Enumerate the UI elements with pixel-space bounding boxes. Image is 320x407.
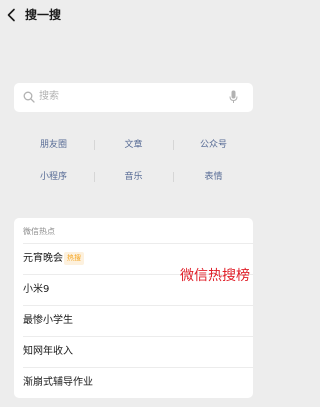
category-divider [94,172,95,182]
category-music[interactable]: 音乐 [94,166,173,188]
search-placeholder: 搜索 [39,91,59,102]
hot-topic-text: 渐崩式辅导作业 [23,377,93,388]
hot-topic-text: 知网年收入 [23,346,73,357]
category-moments[interactable]: 朋友圈 [14,134,93,156]
row-divider [23,367,253,368]
category-divider [173,140,174,150]
category-official-accounts[interactable]: 公众号 [174,134,253,156]
hot-topic-item[interactable]: 渐崩式辅导作业 [14,367,253,397]
microphone-icon[interactable] [229,90,238,104]
hot-topics-card: 微信热点 元宵晚会 热搜 小米9 最惨小学生 知网年收入 渐崩式辅导作业 [14,218,253,398]
hot-topic-text: 小米9 [23,284,50,295]
category-mini-programs[interactable]: 小程序 [14,166,93,188]
annotation-label: 微信热搜榜 [180,268,250,284]
category-divider [173,172,174,182]
category-articles[interactable]: 文章 [94,134,173,156]
hot-topics-header: 微信热点 [23,227,55,236]
search-icon [23,91,35,103]
search-category-grid: 朋友圈 文章 公众号 小程序 音乐 表情 [14,134,253,190]
row-divider [23,243,253,244]
top-bar: 搜一搜 [0,0,267,30]
hot-badge: 热搜 [64,252,84,265]
hot-topic-item[interactable]: 知网年收入 [14,336,253,366]
page-title: 搜一搜 [25,8,62,22]
hot-topic-text: 最惨小学生 [23,315,73,326]
row-divider [23,336,253,337]
chevron-left-icon[interactable] [6,8,18,22]
hot-topic-text: 元宵晚会 [23,253,63,264]
category-divider [94,140,95,150]
row-divider [23,305,253,306]
hot-topic-item[interactable]: 最惨小学生 [14,305,253,335]
search-input[interactable]: 搜索 [14,83,253,112]
category-stickers[interactable]: 表情 [174,166,253,188]
